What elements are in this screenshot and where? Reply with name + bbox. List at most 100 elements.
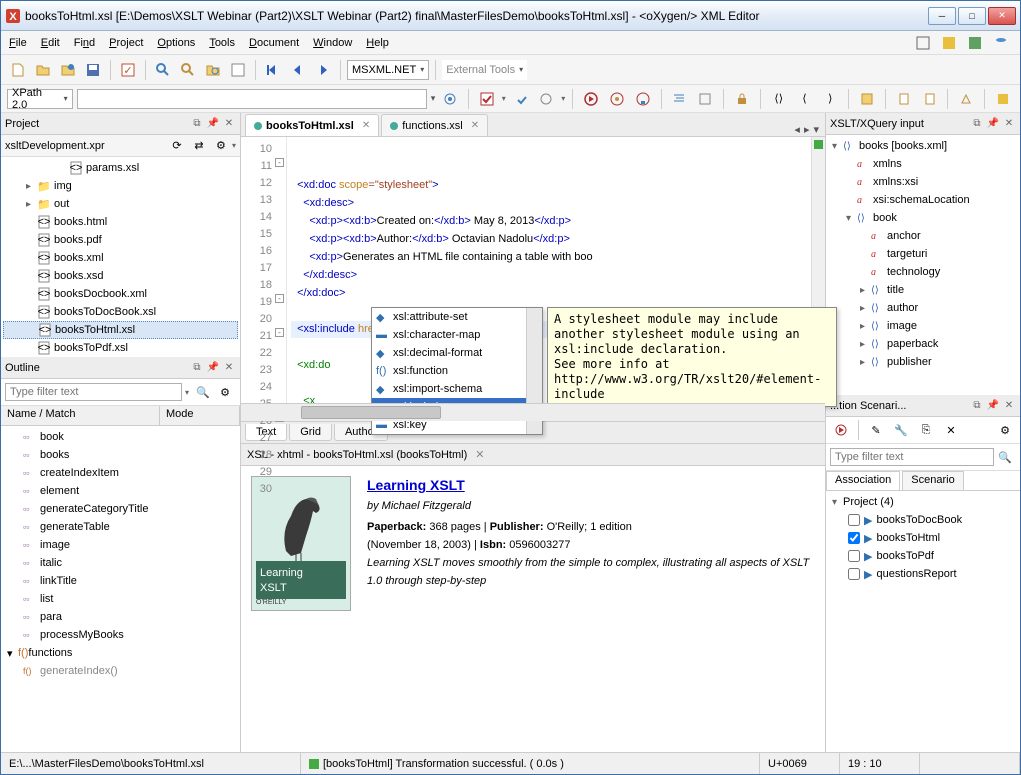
close-tab-icon[interactable]: ✕ [471,120,479,131]
lock-icon[interactable] [731,88,753,110]
outline-item[interactable]: ▫▫books [3,446,238,464]
back-icon[interactable] [287,59,309,81]
new-icon[interactable] [7,59,29,81]
search-icon[interactable]: 🔍 [994,446,1016,468]
menu-find[interactable]: Find [74,37,95,49]
menu-tools[interactable]: Tools [209,37,235,49]
scenario-checkbox[interactable] [848,550,860,562]
close-button[interactable]: ✕ [988,7,1016,25]
run-scenario-icon[interactable] [830,419,852,441]
project-item[interactable]: <>books.xsd [3,267,238,285]
outline-tree[interactable]: ▫▫book▫▫books▫▫createIndexItem▫▫element▫… [1,426,240,752]
outline-functions-header[interactable]: ▾f()functions [3,644,238,662]
close-result-icon[interactable]: ✕ [475,448,484,461]
outline-item[interactable]: ▫▫para [3,608,238,626]
copy-scenario-icon[interactable]: ⎘ [915,419,937,441]
misc2-icon[interactable]: ⟨ [794,88,816,110]
xpath-input[interactable] [77,89,427,109]
forward-icon[interactable] [312,59,334,81]
validate-icon[interactable] [476,88,498,110]
refactor-icon[interactable] [856,88,878,110]
xqinput-item[interactable]: atechnology [828,263,1018,281]
completion-item[interactable]: ◆xsl:decimal-format [372,344,542,362]
xqinput-item[interactable]: ▸⟨⟩title [828,281,1018,299]
minimize-button[interactable]: ─ [928,7,956,25]
outline-function[interactable]: f()generateIndex() [3,662,238,680]
xqinput-item[interactable]: axmlns:xsi [828,173,1018,191]
xpath-settings-icon[interactable] [439,88,461,110]
xqinput-item[interactable]: aanchor [828,227,1018,245]
run-icon[interactable] [580,88,602,110]
project-item[interactable]: <>booksToHtml.xsl [3,321,238,339]
tab-association[interactable]: Association [826,471,900,490]
pin-icon[interactable]: 📌 [986,117,1000,131]
xqinput-item[interactable]: axsi:schemaLocation [828,191,1018,209]
outline-item[interactable]: ▫▫element [3,482,238,500]
restore-icon[interactable]: ⧉ [970,117,984,131]
completion-item[interactable]: ◆xsl:attribute-set [372,308,542,326]
xqinput-item[interactable]: ▸⟨⟩author [828,299,1018,317]
restore-icon[interactable]: ⧉ [970,399,984,413]
tab-scenario[interactable]: Scenario [902,471,963,490]
maximize-button[interactable]: □ [958,7,986,25]
save-icon[interactable] [82,59,104,81]
menu-project[interactable]: Project [109,37,143,49]
next-tab-icon[interactable]: ▸ [804,123,810,136]
xqinput-tree[interactable]: ▾⟨⟩books [books.xml]axmlnsaxmlns:xsiaxsi… [826,135,1020,395]
validate-cfg-icon[interactable] [510,88,532,110]
settings-icon[interactable]: ⚙ [214,381,236,403]
restore-icon[interactable]: ⧉ [190,361,204,375]
scenario-filter-input[interactable] [830,448,994,466]
transform-cfg-icon[interactable] [536,88,558,110]
scenario-item[interactable]: ▶booksToHtml [828,529,1018,547]
xqinput-item[interactable]: ▸⟨⟩paperback [828,335,1018,353]
completion-item[interactable]: f()xsl:function [372,362,542,380]
find-files-icon[interactable] [202,59,224,81]
book-title-link[interactable]: Learning XSLT [367,476,815,494]
perspective-editor-icon[interactable] [912,32,934,54]
xqinput-item[interactable]: axmlns [828,155,1018,173]
perspective-xquery-icon[interactable] [964,32,986,54]
pin-icon[interactable]: 📌 [986,399,1000,413]
perspective-xslt-icon[interactable] [938,32,960,54]
project-item[interactable]: <>booksDocbook.xml [3,285,238,303]
completion-item[interactable]: ▬xsl:character-map [372,326,542,344]
scenario-group[interactable]: ▾Project (4) [828,493,1018,511]
project-item[interactable]: ▸📁out [3,195,238,213]
h-scrollbar[interactable] [241,403,825,421]
format-icon[interactable] [694,88,716,110]
search-icon[interactable]: 🔍 [192,381,214,403]
xqinput-item[interactable]: ▸⟨⟩image [828,317,1018,335]
project-item[interactable]: <>books.xml [3,249,238,267]
open-icon[interactable] [32,59,54,81]
scenario-tree[interactable]: ▾Project (4)▶booksToDocBook▶booksToHtml▶… [826,491,1020,752]
project-item[interactable]: ▸📁img [3,177,238,195]
misc3-icon[interactable]: ⟩ [819,88,841,110]
xqinput-item[interactable]: ▸⟨⟩publisher [828,353,1018,371]
xqinput-item[interactable]: atargeturi [828,245,1018,263]
outline-item[interactable]: ▫▫processMyBooks [3,626,238,644]
menu-options[interactable]: Options [157,37,195,49]
restore-icon[interactable]: ⧉ [190,117,204,131]
close-panel-icon[interactable]: ✕ [1002,117,1016,131]
outline-item[interactable]: ▫▫list [3,590,238,608]
delete-scenario-icon[interactable]: ✕ [940,419,962,441]
close-panel-icon[interactable]: ✕ [222,117,236,131]
scenario-item[interactable]: ▶questionsReport [828,565,1018,583]
outline-filter-input[interactable] [5,383,182,401]
profile-icon[interactable] [632,88,654,110]
code-editor[interactable]: 1011121314151617181920212223242526272829… [241,137,825,403]
edit-scenario-icon[interactable]: 🔧 [890,419,912,441]
indent-icon[interactable] [669,88,691,110]
tab-functions[interactable]: functions.xsl✕ [381,114,488,136]
settings-icon[interactable]: ⚙ [210,135,232,157]
outline-item[interactable]: ▫▫italic [3,554,238,572]
new-scenario-icon[interactable]: ✎ [865,419,887,441]
close-panel-icon[interactable]: ✕ [222,361,236,375]
doc1-icon[interactable] [893,88,915,110]
tab-list-icon[interactable]: ▾ [813,123,819,136]
engine-combo[interactable]: MSXML.NET▾ [347,60,429,80]
doc2-icon[interactable] [919,88,941,110]
debug-back-icon[interactable] [262,59,284,81]
misc1-icon[interactable]: ⟨⟩ [768,88,790,110]
